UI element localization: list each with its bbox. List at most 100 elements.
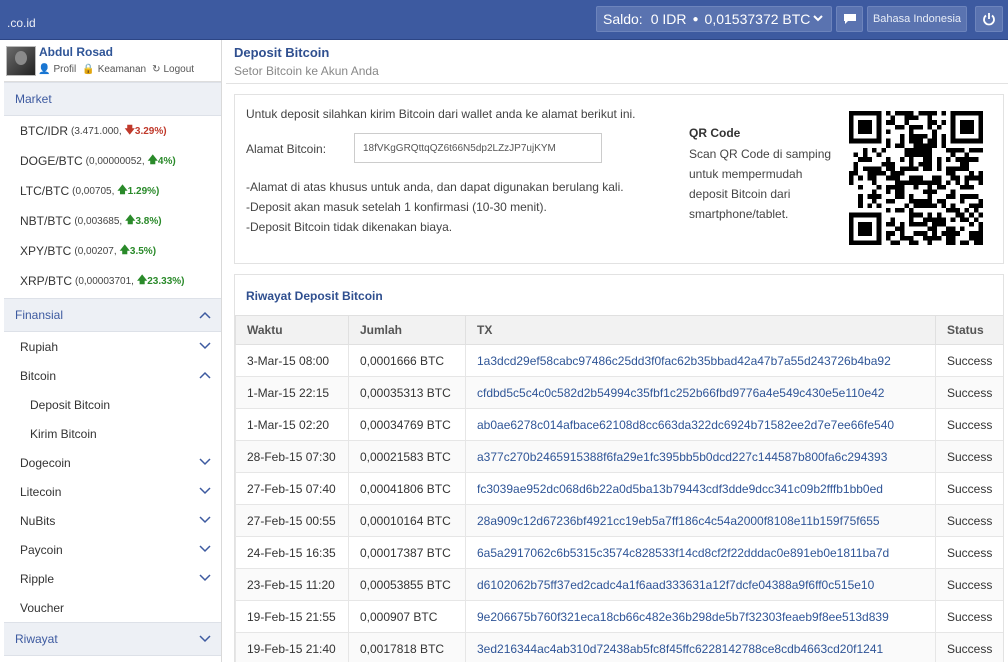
market-price: (0,00705, xyxy=(72,185,115,197)
row-waktu: 27-Feb-15 00:55 xyxy=(235,504,349,537)
bitcoin-co-id-logo[interactable]: bitcoin .co.id xyxy=(6,6,305,72)
avatar[interactable] xyxy=(6,46,36,76)
market-item-xpy-btc[interactable]: XPY/BTC (0,00207, 🡅 3.5%) xyxy=(4,236,221,266)
row-tx-link[interactable]: 6a5a2917062c6b5315c3574c828533f14cd8cf2f… xyxy=(465,536,936,569)
market-section-header[interactable]: Market xyxy=(4,82,221,116)
riwayat-section-header[interactable]: Riwayat xyxy=(4,622,221,656)
arrow-down-icon: 🡇 xyxy=(124,124,135,136)
row-waktu: 19-Feb-15 21:40 xyxy=(235,632,349,662)
user-icon: 👤 xyxy=(38,64,51,75)
dot-separator: ● xyxy=(692,13,699,25)
sidebar-item-label: Ripple xyxy=(20,571,55,586)
address-label: Alamat Bitcoin: xyxy=(246,142,327,156)
market-item-xrp-btc[interactable]: XRP/BTC (0,00003701, 🡅 23.33%) xyxy=(4,266,221,296)
keamanan-label: Keamanan xyxy=(97,64,147,75)
chevron-down-icon xyxy=(199,574,211,582)
sidebar-item-voucher[interactable]: Voucher xyxy=(4,593,221,622)
market-price: (3.471.000, xyxy=(71,125,122,137)
table-row: 27-Feb-15 07:40 0,00041806 BTC fc3039ae952… xyxy=(235,472,1003,505)
deposit-history-panel: Riwayat Deposit Bitcoin Waktu Jumlah TX … xyxy=(234,274,1004,662)
sidebar-item-label: Bitcoin xyxy=(20,368,57,383)
market-pair: DOGE/BTC xyxy=(20,154,83,168)
market-item-doge-btc[interactable]: DOGE/BTC (0,00000052, 🡅 4%) xyxy=(4,146,221,176)
user-links: 👤 Profil 🔒 Keamanan ↻ Logout xyxy=(38,64,194,75)
row-tx-link[interactable]: 28a909c12d67236bf4921cc19eb5a7ff186c4c54… xyxy=(465,504,936,537)
qr-code-text: Scan QR Code di samping untuk mempermuda… xyxy=(689,147,832,221)
chevron-down-icon xyxy=(199,458,211,466)
profil-label: Profil xyxy=(53,64,77,75)
deposit-intro: Untuk deposit silahkan kirim Bitcoin dar… xyxy=(246,107,636,121)
bitcoin-address-field[interactable]: 18fVKgGRQttqQZ6t66N5dp2LZzJP7ujKYM xyxy=(354,133,602,163)
language-button[interactable]: Bahasa Indonesia xyxy=(867,6,967,32)
market-price: (0,00000052, xyxy=(85,155,145,167)
table-row: 3-Mar-15 08:00 0,0001666 BTC 1a3dcd29ef58c… xyxy=(235,344,1003,377)
row-tx-link[interactable]: d6102062b75ff37ed2cadc4a1f6aad333631a12f… xyxy=(465,568,936,601)
page-subtitle: Setor Bitcoin ke Akun Anda xyxy=(234,64,379,78)
market-change: 23.33%) xyxy=(147,275,185,287)
row-jumlah: 0,00017387 BTC xyxy=(348,536,466,569)
sidebar-item-bitcoin[interactable]: Bitcoin xyxy=(4,361,221,390)
row-tx-link[interactable]: ab0ae6278c014afbace62108d8cc663da322dc69… xyxy=(465,408,936,441)
sidebar-item-deposit-bitcoin[interactable]: Deposit Bitcoin xyxy=(4,390,221,419)
chevron-up-icon xyxy=(199,311,211,319)
sidebar-item-kirim-bitcoin[interactable]: Kirim Bitcoin xyxy=(4,419,221,448)
row-tx-link[interactable]: 1a3dcd29ef58cabc97486c25dd3f0fac62b35bba… xyxy=(465,344,936,377)
balance-dropdown[interactable]: Saldo: 0 IDR ● 0,01537372 BTC xyxy=(596,6,832,32)
row-status: Success xyxy=(935,376,1003,409)
user-name[interactable]: Abdul Rosad xyxy=(39,45,113,59)
row-tx-link[interactable]: fc3039ae952dc068d6b22a0d5ba13b79443cdf3d… xyxy=(465,472,936,505)
market-change: 1.29%) xyxy=(127,185,160,197)
finansial-title: Finansial xyxy=(15,308,64,322)
profil-link[interactable]: 👤 Profil xyxy=(38,64,76,75)
note-3: -Deposit Bitcoin tidak dikenakan biaya. xyxy=(246,220,453,234)
market-change: 3.29%) xyxy=(134,125,167,137)
column-status: Status xyxy=(935,315,1003,345)
row-tx-link[interactable]: a377c270b2465915388f6fa29e1fc395bb5b0dcd… xyxy=(465,440,936,473)
row-waktu: 23-Feb-15 11:20 xyxy=(235,568,349,601)
market-change: 3.8%) xyxy=(135,215,162,227)
market-pair: XPY/BTC xyxy=(20,244,72,258)
row-waktu: 1-Mar-15 02:20 xyxy=(235,408,349,441)
market-title: Market xyxy=(15,92,52,106)
row-tx-link[interactable]: 3ed216344ac4ab310d72438ab5fc8f45ffc62281… xyxy=(465,632,936,662)
table-row: 19-Feb-15 21:40 0,0017818 BTC 3ed216344ac4… xyxy=(235,632,1003,662)
market-item-ltc-btc[interactable]: LTC/BTC (0,00705, 🡅 1.29%) xyxy=(4,176,221,206)
logout-label: Logout xyxy=(163,64,195,75)
sidebar-item-ripple[interactable]: Ripple xyxy=(4,564,221,593)
keamanan-link[interactable]: 🔒 Keamanan xyxy=(82,64,146,75)
row-waktu: 1-Mar-15 22:15 xyxy=(235,376,349,409)
column-tx: TX xyxy=(465,315,936,345)
sidebar-item-paycoin[interactable]: Paycoin xyxy=(4,535,221,564)
row-status: Success xyxy=(935,536,1003,569)
market-change: 3.5%) xyxy=(129,245,157,257)
sidebar-item-litecoin[interactable]: Litecoin xyxy=(4,477,221,506)
market-price: (0,003685, xyxy=(74,215,123,227)
finansial-section-header[interactable]: Finansial xyxy=(4,298,221,332)
history-title: Riwayat Deposit Bitcoin xyxy=(246,289,383,303)
chat-button[interactable] xyxy=(836,6,863,32)
row-tx-link[interactable]: 9e206675b760f321eca18cb66c482e36b298de5b… xyxy=(465,600,936,633)
power-button[interactable] xyxy=(975,6,1003,32)
market-item-nbt-btc[interactable]: NBT/BTC (0,003685, 🡅 3.8%) xyxy=(4,206,221,236)
row-tx-link[interactable]: cfdbd5c5c4c0c582d2b54994c35fbf1c252b66fb… xyxy=(465,376,936,409)
arrow-up-icon: 🡅 xyxy=(147,154,158,166)
logout-link[interactable]: ↻ Logout xyxy=(152,64,194,75)
sidebar-item-nubits[interactable]: NuBits xyxy=(4,506,221,535)
chevron-down-icon xyxy=(199,487,211,495)
sidebar-item-label: Litecoin xyxy=(20,484,62,499)
qr-code-title: QR Code xyxy=(689,126,741,140)
page-header: Deposit Bitcoin Setor Bitcoin ke Akun An… xyxy=(226,40,1008,84)
table-row: 24-Feb-15 16:35 0,00017387 BTC 6a5a2917062… xyxy=(235,536,1003,569)
riwayat-title: Riwayat xyxy=(15,632,58,646)
logo-tld: .co.id xyxy=(7,16,36,30)
sidebar-item-rupiah[interactable]: Rupiah xyxy=(4,332,221,361)
market-item-btc-idr[interactable]: BTC/IDR (3.471.000, 🡇 3.29%) xyxy=(4,116,221,146)
row-jumlah: 0,00034769 BTC xyxy=(348,408,466,441)
history-rows: 3-Mar-15 08:00 0,0001666 BTC 1a3dcd29ef58c… xyxy=(235,344,1003,662)
sidebar-item-dogecoin[interactable]: Dogecoin xyxy=(4,448,221,477)
table-row: 19-Feb-15 21:55 0,000907 BTC 9e206675b760f… xyxy=(235,600,1003,633)
table-row: 1-Mar-15 22:15 0,00035313 BTC cfdbd5c5c4c0… xyxy=(235,376,1003,409)
lock-icon: 🔒 xyxy=(82,64,95,75)
market-pair: BTC/IDR xyxy=(20,124,68,138)
row-jumlah: 0,00053855 BTC xyxy=(348,568,466,601)
